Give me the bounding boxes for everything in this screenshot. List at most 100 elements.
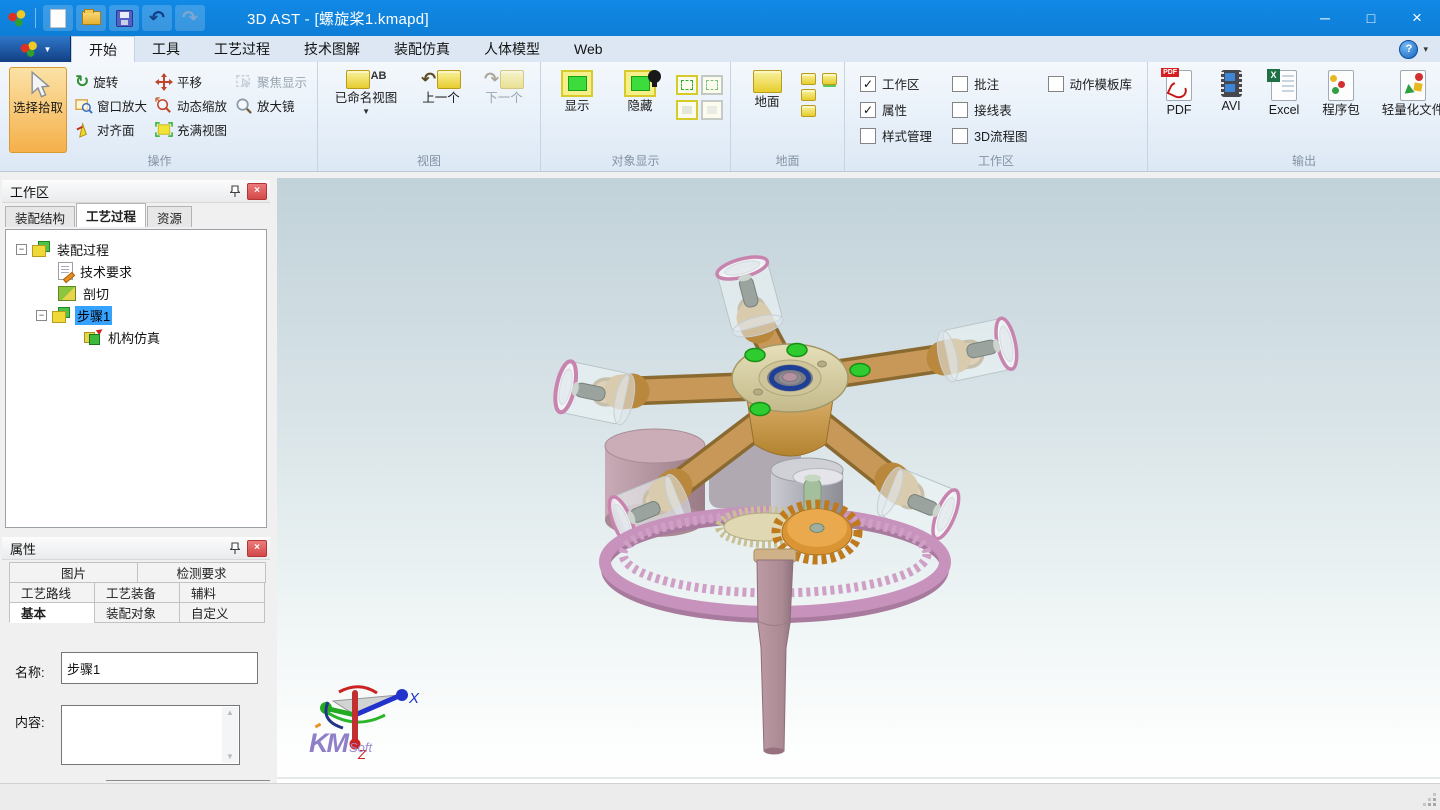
undo-button[interactable]: ↶ xyxy=(142,5,172,31)
tab-tools[interactable]: 工具 xyxy=(135,36,197,62)
fit-view-button[interactable]: 充满视图 xyxy=(152,119,230,140)
tab-assembly-objects[interactable]: 装配对象 xyxy=(94,602,180,623)
application-menu-button[interactable]: ▼ xyxy=(0,36,71,62)
group-label-operate: 操作 xyxy=(2,152,317,169)
checkbox-workspace[interactable]: ✓ 工作区 xyxy=(860,74,932,93)
group-label-ground: 地面 xyxy=(731,152,844,169)
collapse-icon[interactable]: − xyxy=(16,244,27,255)
scroll-up-icon[interactable]: ▲ xyxy=(226,709,234,717)
export-lightweight-button[interactable]: 轻量化文件 xyxy=(1373,67,1440,153)
hide-button[interactable]: 隐藏 xyxy=(611,67,669,153)
new-file-button[interactable] xyxy=(43,5,73,31)
properties-panel: 属性 × 图片 检测要求 工艺路线 工艺装备 辅料 基本 装配对象 自定义 名称… xyxy=(2,537,270,781)
tab-process-equipment[interactable]: 工艺装备 xyxy=(94,582,180,603)
pan-button[interactable]: 平移 xyxy=(152,71,230,92)
tab-resources[interactable]: 资源 xyxy=(147,206,192,227)
ground-option-icon[interactable] xyxy=(801,73,816,85)
dynamic-zoom-button[interactable]: 动态缩放 xyxy=(152,95,230,116)
show-selected-button[interactable] xyxy=(676,75,698,95)
resize-grip[interactable] xyxy=(1433,803,1436,806)
checkbox-style-manager[interactable]: 样式管理 xyxy=(860,126,932,145)
previous-view-button[interactable]: ↶ 上一个 xyxy=(412,67,470,153)
checkbox-wiring-table[interactable]: 接线表 xyxy=(952,100,1027,119)
show-button[interactable]: 显示 xyxy=(548,67,606,153)
align-face-button[interactable]: 对齐面 xyxy=(72,119,150,140)
next-view-button[interactable]: ↷ 下一个 xyxy=(475,67,533,153)
open-folder-icon xyxy=(82,11,101,25)
undo-icon: ↶ xyxy=(149,9,165,28)
ground-cube-icon xyxy=(753,70,782,93)
lightweight-file-icon xyxy=(1400,70,1426,101)
ribbon-tab-row: ▼ 开始 工具 工艺过程 技术图解 装配仿真 人体模型 Web ? ▾ xyxy=(0,36,1440,62)
tab-process-route[interactable]: 工艺路线 xyxy=(9,582,95,603)
show-others-button[interactable] xyxy=(701,75,723,95)
window-zoom-button[interactable]: 窗口放大 xyxy=(72,95,150,116)
export-package-button[interactable]: 程序包 xyxy=(1314,67,1368,153)
close-icon[interactable]: × xyxy=(247,540,267,557)
select-pick-button[interactable]: 选择拾取 xyxy=(9,67,67,153)
tab-assembly-structure[interactable]: 装配结构 xyxy=(5,206,75,227)
content-textarea[interactable]: ▲ ▼ xyxy=(61,705,240,765)
tab-inspection-requirements[interactable]: 检测要求 xyxy=(137,562,266,583)
tree-item-mechanism-simulation[interactable]: 机构仿真 xyxy=(6,326,266,348)
help-icon[interactable]: ? xyxy=(1399,40,1418,59)
ground-ring-icon[interactable] xyxy=(822,73,837,85)
tab-home[interactable]: 开始 xyxy=(71,36,135,62)
window-title: 3D AST - [螺旋桨1.kmapd] xyxy=(247,8,429,29)
checkbox-icon: ✓ xyxy=(860,76,876,92)
open-file-button[interactable] xyxy=(76,5,106,31)
tree-item-section[interactable]: 剖切 xyxy=(6,282,266,304)
tree-item-technical-requirements[interactable]: 技术要求 xyxy=(6,260,266,282)
checkbox-3d-flowchart[interactable]: 3D流程图 xyxy=(952,126,1027,145)
ground-button[interactable]: 地面 xyxy=(738,67,796,153)
tab-picture[interactable]: 图片 xyxy=(9,562,138,583)
hide-selected-button[interactable] xyxy=(676,100,698,120)
save-button[interactable] xyxy=(109,5,139,31)
scroll-down-icon[interactable]: ▼ xyxy=(226,753,234,761)
focus-display-button[interactable]: 聚焦显示 xyxy=(232,71,310,92)
tab-tech-illustration[interactable]: 技术图解 xyxy=(287,36,377,62)
tab-web[interactable]: Web xyxy=(557,36,620,62)
ground-option-icon[interactable] xyxy=(801,89,816,101)
tree-item-assembly-process[interactable]: − 装配过程 xyxy=(6,238,266,260)
divider xyxy=(35,8,36,28)
tab-basic[interactable]: 基本 xyxy=(9,602,95,623)
tab-process-tree[interactable]: 工艺过程 xyxy=(76,203,146,227)
package-icon xyxy=(1328,70,1354,101)
group-label-object-display: 对象显示 xyxy=(541,152,730,169)
tab-assembly-simulation[interactable]: 装配仿真 xyxy=(377,36,467,62)
hide-others-button[interactable] xyxy=(701,100,723,120)
magnifier-button[interactable]: 放大镜 xyxy=(232,95,310,116)
close-icon[interactable]: × xyxy=(247,183,267,200)
collapse-icon[interactable]: − xyxy=(36,310,47,321)
checkbox-properties[interactable]: ✓ 属性 xyxy=(860,100,932,119)
checkbox-action-template-library[interactable]: 动作模板库 xyxy=(1048,74,1133,93)
export-pdf-button[interactable]: PDF PDF xyxy=(1155,67,1203,153)
redo-button[interactable]: ↷ xyxy=(175,5,205,31)
tab-human-model[interactable]: 人体模型 xyxy=(467,36,557,62)
named-views-button[interactable]: AB 已命名视图 ▼ xyxy=(325,67,407,153)
close-button[interactable]: × xyxy=(1394,0,1440,36)
rotate-button[interactable]: ↻ 旋转 xyxy=(72,71,150,92)
tab-custom[interactable]: 自定义 xyxy=(179,602,265,623)
scrollbar[interactable]: ▲ ▼ xyxy=(222,707,238,763)
chevron-down-icon[interactable]: ▾ xyxy=(1423,44,1428,55)
save-floppy-icon xyxy=(116,10,133,27)
checkbox-annotation[interactable]: 批注 xyxy=(952,74,1027,93)
name-input[interactable] xyxy=(61,652,258,684)
pin-icon[interactable] xyxy=(227,183,243,199)
tab-auxiliary-materials[interactable]: 辅料 xyxy=(179,582,265,603)
tab-process[interactable]: 工艺过程 xyxy=(197,36,287,62)
ground-option-icon[interactable] xyxy=(801,105,816,117)
minimize-button[interactable]: ─ xyxy=(1302,0,1348,36)
group-label-view: 视图 xyxy=(318,152,540,169)
chevron-down-icon: ▼ xyxy=(44,45,52,54)
avi-filmstrip-icon xyxy=(1221,70,1242,97)
export-avi-button[interactable]: AVI xyxy=(1208,67,1254,153)
tree-item-step1[interactable]: − 步骤1 xyxy=(6,304,266,326)
3d-viewport-canvas[interactable]: X Z xyxy=(277,178,1440,783)
pin-icon[interactable] xyxy=(227,540,243,556)
checkbox-icon xyxy=(952,102,968,118)
export-excel-button[interactable]: X Excel xyxy=(1259,67,1309,153)
maximize-button[interactable]: □ xyxy=(1348,0,1394,36)
